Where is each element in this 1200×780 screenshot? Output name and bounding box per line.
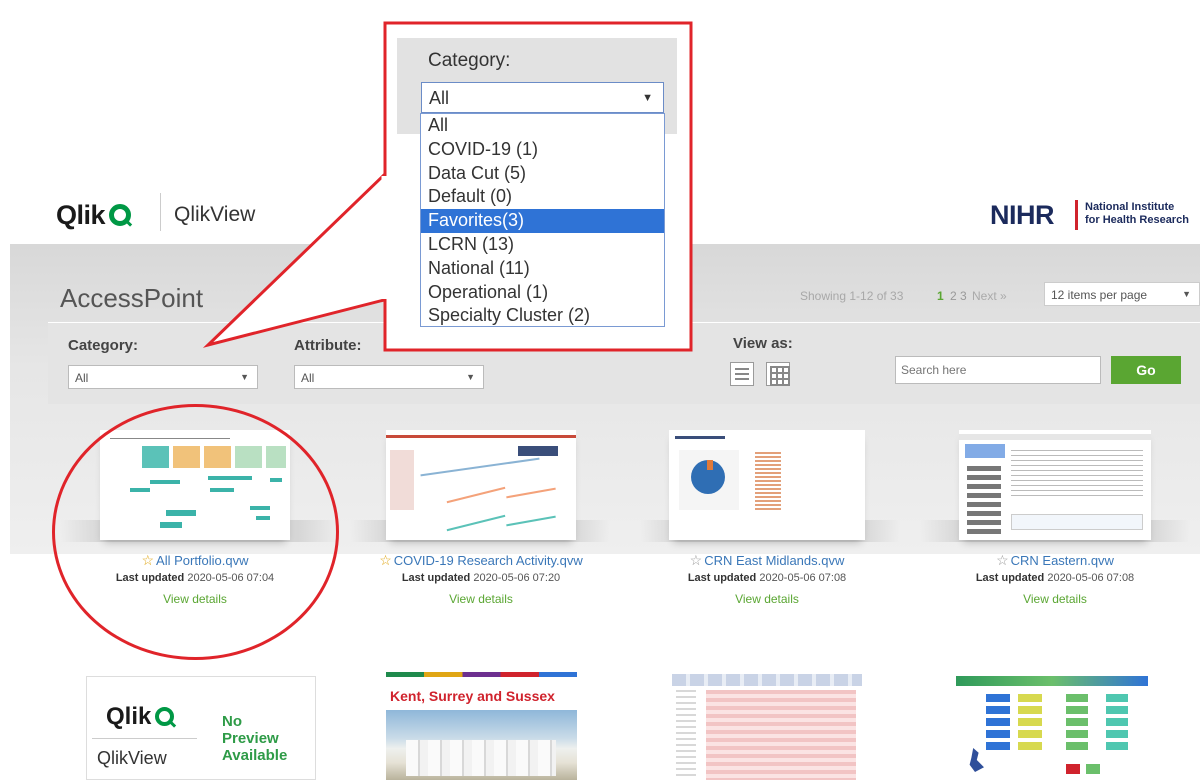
dropdown-option[interactable]: National (11) bbox=[421, 257, 664, 281]
grid-view-icon[interactable] bbox=[766, 362, 790, 386]
nihr-logo: NIHR bbox=[990, 200, 1055, 230]
nihr-logo-bar bbox=[1075, 200, 1078, 230]
dropdown-option[interactable]: All bbox=[421, 114, 664, 138]
page-link-3[interactable]: 3 bbox=[960, 289, 967, 303]
no-preview-qlik-logo: Qlik bbox=[106, 703, 175, 731]
document-card[interactable]: ☆ COVID-19 Research Activity.qvw Last upd… bbox=[346, 430, 616, 606]
document-thumbnail[interactable] bbox=[386, 430, 576, 540]
logo-divider bbox=[92, 738, 197, 739]
page-link-1[interactable]: 1 bbox=[937, 289, 944, 303]
document-thumbnail[interactable] bbox=[669, 430, 865, 540]
pie-slice-graphic bbox=[707, 460, 713, 470]
category-select[interactable]: All ▼ bbox=[68, 365, 258, 389]
page-title: AccessPoint bbox=[60, 283, 204, 313]
sidebar-graphic bbox=[676, 690, 696, 780]
zoom-category-select[interactable]: All ▼ bbox=[421, 82, 664, 113]
view-details-link[interactable]: View details bbox=[920, 592, 1190, 606]
node-column-graphic bbox=[1018, 694, 1042, 754]
view-as-label: View as: bbox=[733, 335, 793, 352]
dropdown-option[interactable]: COVID-19 (1) bbox=[421, 138, 664, 162]
annotation-circle bbox=[52, 404, 339, 660]
category-dropdown-list: All COVID-19 (1) Data Cut (5) Default (0) Fa… bbox=[420, 113, 665, 327]
no-preview-product: QlikView bbox=[97, 748, 167, 768]
view-details-link[interactable]: View details bbox=[346, 592, 616, 606]
document-card[interactable]: ☆ CRN Eastern.qvw Last updated 2020-05-06… bbox=[920, 430, 1190, 606]
last-updated: Last updated 2020-05-06 07:20 bbox=[401, 572, 561, 584]
search-input[interactable] bbox=[895, 356, 1101, 384]
cliffs-photo bbox=[386, 710, 577, 780]
node-column-graphic bbox=[1106, 694, 1128, 754]
logo-divider bbox=[160, 193, 161, 231]
table-header-graphic bbox=[672, 674, 862, 686]
node-column-graphic bbox=[1066, 694, 1088, 754]
attribute-label: Attribute: bbox=[294, 337, 362, 354]
dropdown-option[interactable]: Default (0) bbox=[421, 185, 664, 209]
dropdown-option[interactable]: Specialty Cluster (2) bbox=[421, 304, 664, 328]
heat-table-graphic bbox=[706, 690, 856, 780]
chevron-down-icon: ▼ bbox=[466, 372, 475, 382]
go-button[interactable]: Go bbox=[1111, 356, 1181, 384]
no-preview-text: No Preview Available bbox=[222, 713, 288, 764]
header-graphic bbox=[956, 676, 1148, 686]
qlik-logo: Qlik bbox=[56, 200, 132, 231]
view-details-link[interactable]: View details bbox=[632, 592, 902, 606]
attribute-select[interactable]: All ▼ bbox=[294, 365, 484, 389]
dropdown-option[interactable]: Operational (1) bbox=[421, 281, 664, 305]
star-icon[interactable]: ☆ bbox=[690, 552, 703, 568]
map-thumbnail[interactable] bbox=[956, 672, 1148, 780]
dropdown-option[interactable]: Data Cut (5) bbox=[421, 162, 664, 186]
node-column-graphic bbox=[986, 694, 1010, 754]
kss-title: Kent, Surrey and Sussex bbox=[390, 688, 555, 704]
star-icon[interactable]: ☆ bbox=[996, 552, 1009, 568]
chevron-down-icon: ▼ bbox=[642, 92, 653, 104]
status-box-graphic bbox=[1086, 764, 1100, 774]
results-count: Showing 1-12 of 33 bbox=[800, 289, 904, 303]
chevron-down-icon: ▼ bbox=[240, 372, 249, 382]
report-thumbnail[interactable] bbox=[672, 672, 862, 780]
last-updated: Last updated 2020-05-06 07:08 bbox=[687, 572, 847, 584]
product-name: QlikView bbox=[174, 203, 256, 226]
next-page-link[interactable]: Next » bbox=[972, 289, 1007, 303]
document-title[interactable]: ☆ CRN East Midlands.qvw bbox=[632, 552, 902, 569]
qlik-logo-icon bbox=[155, 707, 175, 726]
nihr-org-name: National Institute for Health Research bbox=[1085, 201, 1189, 226]
uk-map-graphic bbox=[969, 748, 984, 772]
qlik-logo-icon bbox=[109, 204, 132, 226]
items-per-page-select[interactable]: 12 items per page ▼ bbox=[1044, 282, 1200, 306]
zoom-category-label: Category: bbox=[428, 50, 511, 71]
document-card[interactable]: ☆ CRN East Midlands.qvw Last updated 2020… bbox=[632, 430, 902, 606]
kss-thumbnail[interactable]: Kent, Surrey and Sussex bbox=[386, 672, 577, 780]
chevron-down-icon: ▼ bbox=[1182, 289, 1191, 299]
last-updated: Last updated 2020-05-06 07:08 bbox=[975, 572, 1135, 584]
dropdown-option[interactable]: Favorites(3) bbox=[421, 209, 664, 233]
document-title[interactable]: ☆ COVID-19 Research Activity.qvw bbox=[346, 552, 616, 569]
status-box-graphic bbox=[1066, 764, 1080, 774]
document-thumbnail[interactable] bbox=[959, 430, 1151, 540]
dropdown-option[interactable]: LCRN (13) bbox=[421, 233, 664, 257]
page-link-2[interactable]: 2 bbox=[950, 289, 957, 303]
document-title[interactable]: ☆ CRN Eastern.qvw bbox=[920, 552, 1190, 569]
list-view-icon[interactable] bbox=[730, 362, 754, 386]
category-label: Category: bbox=[68, 337, 139, 354]
star-icon[interactable]: ☆ bbox=[379, 552, 392, 568]
